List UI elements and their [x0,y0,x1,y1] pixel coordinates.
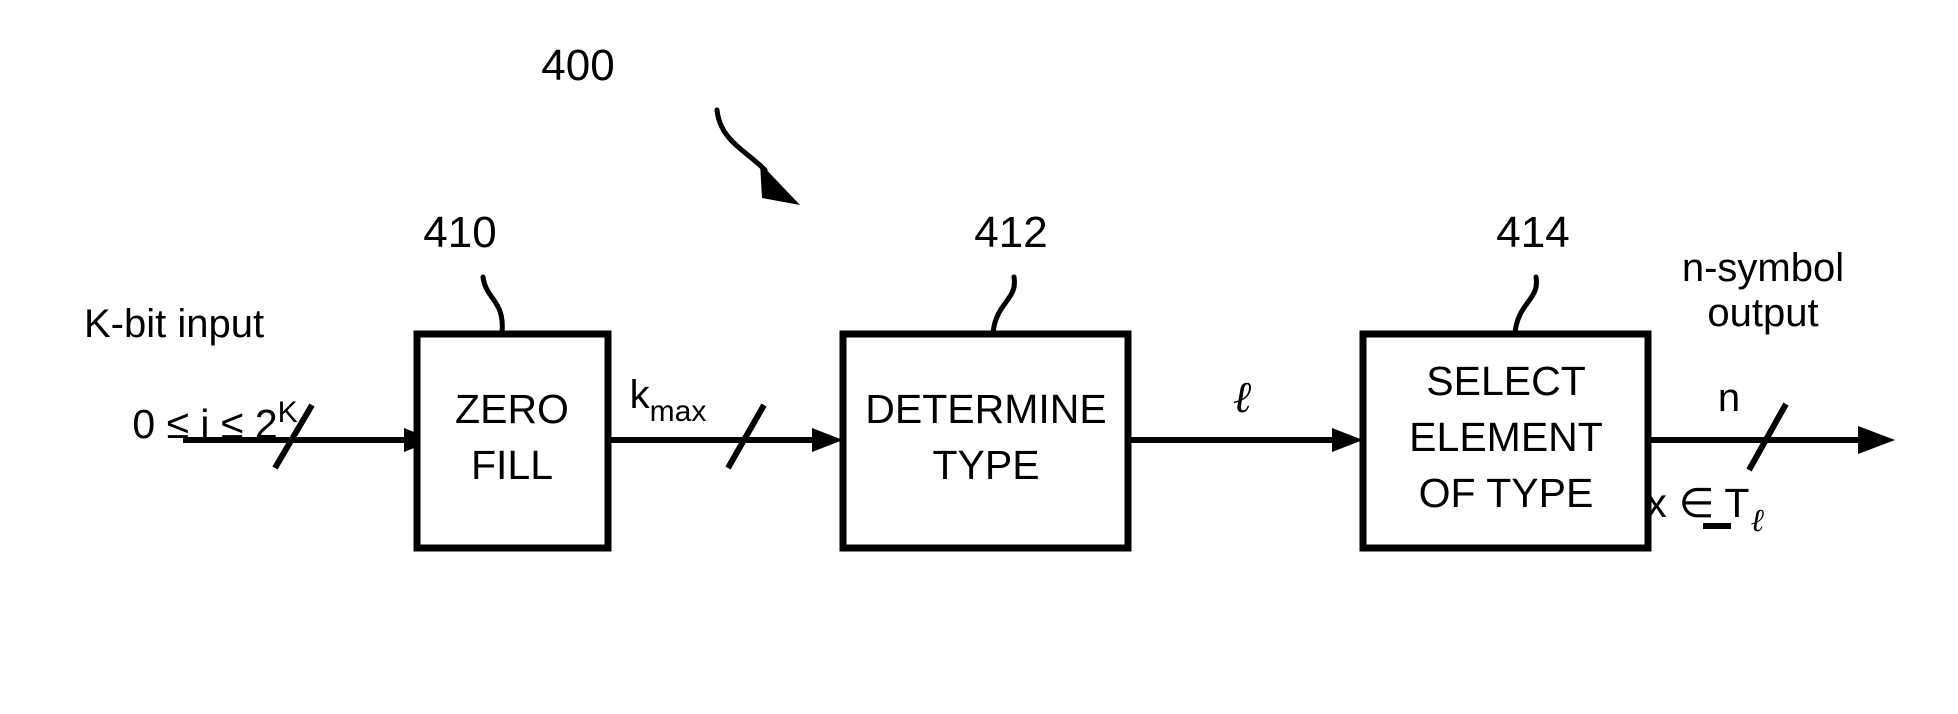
block-412-ref-label: 412 [974,208,1047,257]
block-410-ref-label: 410 [423,208,496,257]
output-formula-var: x [1646,480,1667,526]
block-412-line-1: DETERMINE [865,386,1106,432]
output-caption-line-2: output [1707,291,1818,335]
ell-signal-group: ℓ [1128,373,1363,452]
input-constraint-body: 0 ≤ i ≤ 2 [132,401,277,447]
kmax-signal-group: kmax [608,373,843,470]
block-414-line-2: ELEMENT [1409,414,1603,460]
block-410-group[interactable]: 410 ZERO FILL [413,208,612,552]
block-412-group[interactable]: 412 DETERMINE TYPE [839,208,1132,552]
output-width-label: n [1718,376,1740,420]
figure-reference-arrowhead [760,163,800,205]
output-formula-op: ∈ [1679,480,1715,526]
kmax-label: kmax [630,373,707,428]
k-bit-input-group: K-bit input 0 ≤ i ≤ 2K [84,302,434,470]
figure-reference-400: 400 [541,41,800,205]
kmax-subscript: max [650,395,707,428]
output-formula-text: x ∈ Tℓ [1646,480,1764,538]
block-414-leader [1512,274,1539,336]
figure-number-label: 400 [541,41,614,90]
k-bit-input-label: K-bit input [84,302,264,346]
figure-reference-leader [714,107,768,173]
n-symbol-output-group: n-symbol output n x ∈ Tℓ [1646,246,1895,538]
block-412-line-2: TYPE [932,442,1039,488]
output-formula-subscript: ℓ [1750,502,1764,538]
patent-figure-400: 400 K-bit input 0 ≤ i ≤ 2K 410 ZERO FILL [0,0,1958,714]
block-414-line-3: OF TYPE [1419,470,1594,516]
output-wire-arrowhead [1858,426,1895,454]
kmax-wire-arrowhead [812,428,843,452]
block-412-leader [990,274,1017,336]
block-410-line-2: FILL [471,442,553,488]
kmax-base: k [630,373,651,417]
output-caption-line-1: n-symbol [1682,246,1844,290]
block-diagram-canvas: 400 K-bit input 0 ≤ i ≤ 2K 410 ZERO FILL [84,41,1895,552]
input-constraint-exponent: K [278,396,298,429]
output-set-membership-formula: x ∈ Tℓ [1646,480,1764,538]
block-414-group[interactable]: 414 SELECT ELEMENT OF TYPE [1359,208,1652,552]
block-414-line-1: SELECT [1426,358,1586,404]
block-410-leader [480,274,505,336]
block-410-line-1: ZERO [455,386,569,432]
ell-label: ℓ [1233,373,1252,422]
output-formula-set: T [1724,480,1749,526]
kmax-bus-slash [725,403,767,470]
block-414-ref-label: 414 [1496,208,1569,257]
input-constraint-formula: 0 ≤ i ≤ 2K [132,396,297,447]
ell-wire-arrowhead [1332,428,1363,452]
